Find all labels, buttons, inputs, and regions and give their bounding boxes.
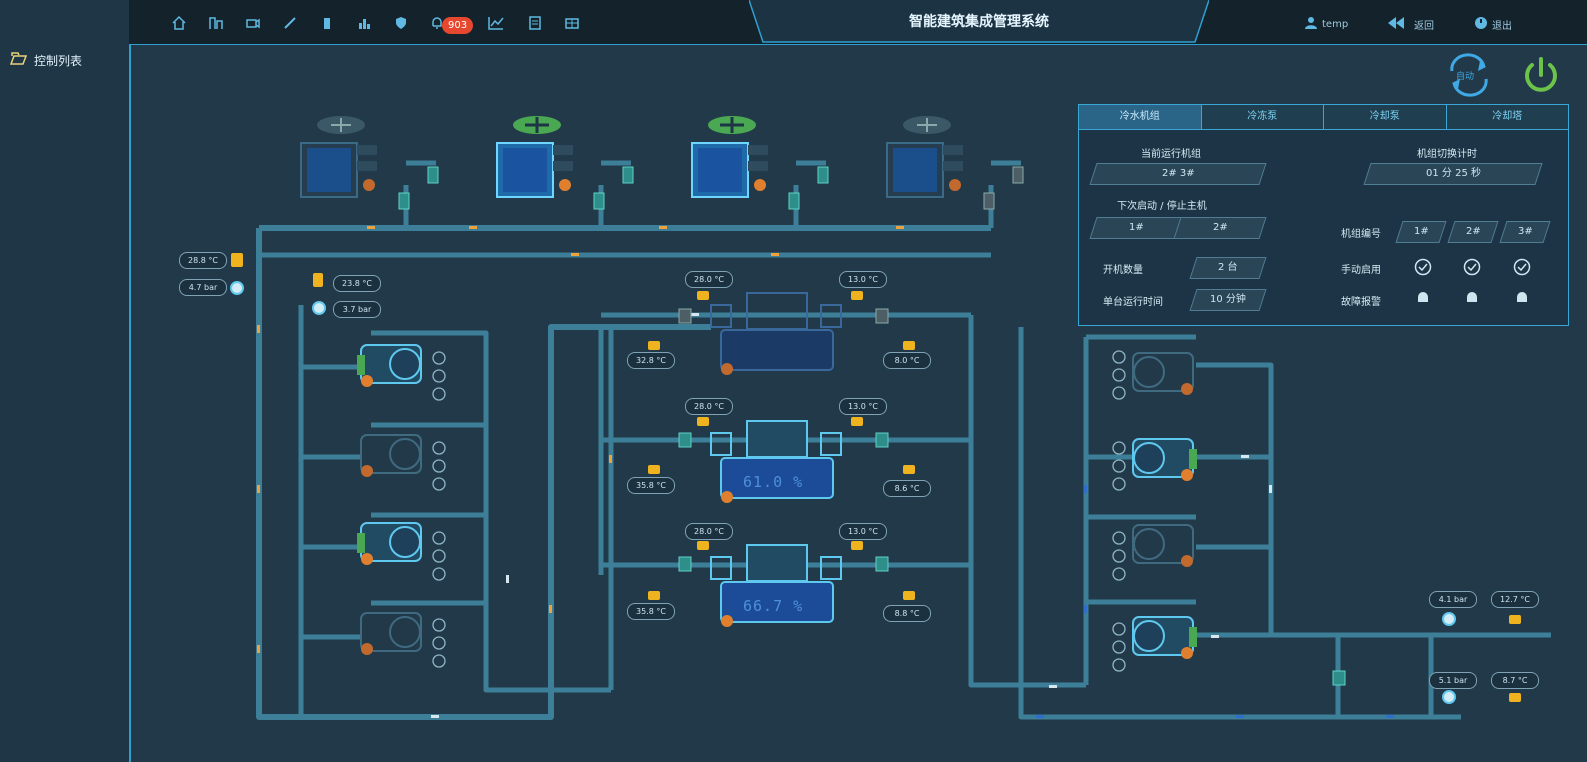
back-label: 返回 <box>1414 20 1434 32</box>
cooling-tower[interactable] <box>886 116 963 198</box>
switch-timer-label: 机组切换计时 <box>1417 149 1477 160</box>
auto-switch-button[interactable]: 自动 <box>1444 53 1494 97</box>
temp-readout: 28.8 °C <box>179 252 227 269</box>
grid-icon[interactable] <box>562 13 582 33</box>
brush-icon[interactable] <box>280 13 300 33</box>
pressure-readout: 4.7 bar <box>179 279 227 296</box>
cooling-tower[interactable] <box>496 116 573 198</box>
camera-icon[interactable] <box>243 13 263 33</box>
check-circle-icon[interactable] <box>1463 258 1481 276</box>
temp-readout: 23.8 °C <box>333 275 381 292</box>
unit-number: 2# <box>1447 221 1499 243</box>
power-icon <box>1474 16 1488 33</box>
chiller-temp-out-bottom: 8.0 °C <box>883 352 931 369</box>
pressure-readout: 3.7 bar <box>333 301 381 318</box>
document-icon[interactable] <box>525 13 545 33</box>
pump[interactable] <box>1132 438 1197 481</box>
chiller-temp-in-bottom: 35.8 °C <box>627 603 675 620</box>
single-run-label: 单台运行时间 <box>1103 297 1163 308</box>
unit-number: 1# <box>1395 221 1447 243</box>
next-start-field[interactable]: 1# <box>1089 217 1183 239</box>
tab-chilled-pump[interactable]: 冷冻泵 <box>1201 105 1324 130</box>
user-name: temp <box>1322 18 1349 30</box>
pressure-readout: 5.1 bar <box>1429 672 1477 689</box>
chiller-temp-out: 13.0 °C <box>839 398 887 415</box>
tab-cooling-pump[interactable]: 冷却泵 <box>1324 105 1447 130</box>
pump[interactable] <box>360 434 422 477</box>
home-icon[interactable] <box>169 13 189 33</box>
building-icon[interactable] <box>206 13 226 33</box>
pump[interactable] <box>1132 616 1197 659</box>
chiller-temp-in: 28.0 °C <box>685 523 733 540</box>
pump[interactable] <box>1132 352 1194 395</box>
sidebar-item-label: 控制列表 <box>34 54 83 68</box>
bell-icon <box>1513 289 1531 307</box>
switch-timer-value: 01 分 25 秒 <box>1363 163 1543 185</box>
chiller-temp-in-bottom: 32.8 °C <box>627 352 675 369</box>
pump[interactable] <box>357 522 422 565</box>
cooling-tower[interactable] <box>300 116 377 198</box>
back-arrow-icon <box>1386 16 1410 33</box>
tab-chiller[interactable]: 冷水机组 <box>1079 105 1202 130</box>
chiller-control-panel: 冷水机组 冷冻泵 冷却泵 冷却塔 当前运行机组 2# 3# 机组切换计时 01 … <box>1078 104 1569 326</box>
back-button[interactable]: 返回 <box>1386 14 1434 34</box>
run-count-label: 开机数量 <box>1103 265 1143 276</box>
manual-enable-label: 手动启用 <box>1341 265 1381 276</box>
unit-no-label: 机组编号 <box>1341 229 1381 240</box>
temp-readout: 12.7 °C <box>1491 591 1539 608</box>
fault-label: 故障报警 <box>1341 297 1381 308</box>
top-bar: 903 智能建筑集成管理系统 temp 返回 退出 <box>129 0 1587 45</box>
chiller-load: 66.7 % <box>743 597 804 615</box>
control-list-icon <box>9 52 28 69</box>
chiller-temp-in: 28.0 °C <box>685 398 733 415</box>
run-count-value[interactable]: 2 台 <box>1189 257 1267 279</box>
page-title: 智能建筑集成管理系统 <box>909 14 1049 30</box>
next-start-stop-label: 下次启动 / 停止主机 <box>1117 201 1207 212</box>
chiller[interactable] <box>710 292 842 375</box>
temp-readout: 8.7 °C <box>1491 672 1539 689</box>
panel-tabs: 冷水机组 冷冻泵 冷却泵 冷却塔 <box>1079 105 1568 130</box>
pump[interactable] <box>1132 524 1194 567</box>
unit-number: 3# <box>1499 221 1551 243</box>
next-stop-field[interactable]: 2# <box>1173 217 1267 239</box>
check-circle-icon[interactable] <box>1414 258 1432 276</box>
title-tab: 智能建筑集成管理系统 <box>749 0 1209 43</box>
chiller-temp-out-bottom: 8.6 °C <box>883 480 931 497</box>
exit-button[interactable]: 退出 <box>1474 14 1512 34</box>
chiller-temp-out-bottom: 8.8 °C <box>883 605 931 622</box>
pump[interactable] <box>360 612 422 655</box>
user-icon <box>1304 16 1318 33</box>
sidebar: 控制列表 <box>0 0 131 762</box>
cooling-tower[interactable] <box>691 116 768 198</box>
alarm-count-badge[interactable]: 903 <box>442 17 474 34</box>
power-button[interactable] <box>1519 53 1563 97</box>
single-run-value[interactable]: 10 分钟 <box>1189 289 1267 311</box>
pressure-readout: 4.1 bar <box>1429 591 1477 608</box>
chiller-temp-in: 28.0 °C <box>685 271 733 288</box>
check-circle-icon[interactable] <box>1513 258 1531 276</box>
sidebar-item-control-list[interactable]: 控制列表 <box>9 52 83 69</box>
tab-cooling-tower[interactable]: 冷却塔 <box>1446 105 1568 130</box>
bell-icon <box>1463 289 1481 307</box>
bell-icon <box>1414 289 1432 307</box>
current-running-value: 2# 3# <box>1089 163 1267 185</box>
battery-icon[interactable] <box>317 13 337 33</box>
chiller-load: 61.0 % <box>743 473 804 491</box>
swap-label: 自动 <box>1456 72 1475 82</box>
exit-label: 退出 <box>1492 20 1512 32</box>
shield-icon[interactable] <box>391 13 411 33</box>
chiller-temp-in-bottom: 35.8 °C <box>627 477 675 494</box>
power-icon <box>1525 57 1557 92</box>
current-running-label: 当前运行机组 <box>1141 149 1201 160</box>
bar-chart-icon[interactable] <box>354 13 374 33</box>
chiller-temp-out: 13.0 °C <box>839 271 887 288</box>
user-menu[interactable]: temp <box>1304 14 1348 34</box>
pump[interactable] <box>357 344 422 387</box>
line-chart-icon[interactable] <box>486 13 506 33</box>
chiller-temp-out: 13.0 °C <box>839 523 887 540</box>
